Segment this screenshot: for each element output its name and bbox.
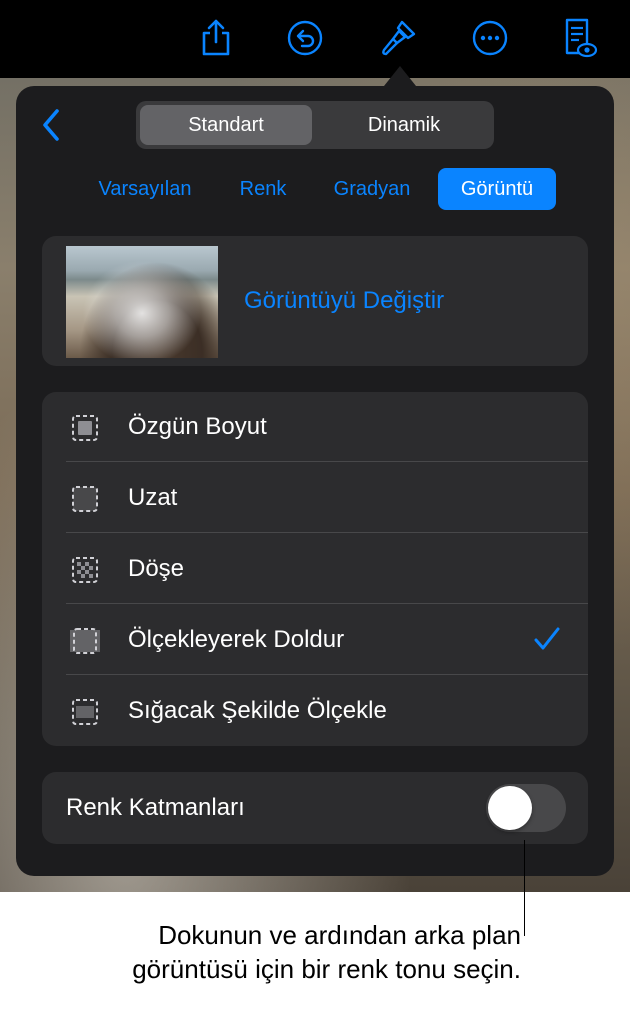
popover-arrow <box>384 66 416 86</box>
color-overlay-label: Renk Katmanları <box>66 794 245 821</box>
scale-to-fit-icon <box>72 699 98 725</box>
image-card: Görüntüyü Değiştir <box>42 236 588 366</box>
chevron-left-icon <box>43 109 59 141</box>
more-icon[interactable] <box>470 18 510 58</box>
divider <box>66 674 588 675</box>
option-label: Özgün Boyut <box>128 413 267 440</box>
toggle-knob <box>488 786 532 830</box>
image-thumbnail <box>66 246 218 358</box>
color-overlay-toggle[interactable] <box>486 784 566 832</box>
stretch-icon <box>72 486 98 512</box>
tile-icon <box>72 557 98 583</box>
tab-image[interactable]: Görüntü <box>438 168 556 210</box>
format-popover: Standart Dinamik Varsayılan Renk Gradyan… <box>16 86 614 876</box>
color-overlay-row: Renk Katmanları <box>42 772 588 844</box>
change-image-button[interactable]: Görüntüyü Değiştir <box>244 236 444 366</box>
scale-options-list: Özgün Boyut Uzat Döşe Ölçekleyerek Doldu… <box>42 392 588 746</box>
document-view-icon[interactable] <box>560 18 600 58</box>
toolbar <box>0 0 630 78</box>
original-size-icon <box>72 415 98 441</box>
option-label: Sığacak Şekilde Ölçekle <box>128 697 387 724</box>
option-scale-to-fill[interactable]: Ölçekleyerek Doldur <box>42 605 588 675</box>
scale-to-fill-icon <box>70 628 100 654</box>
segment-standard[interactable]: Standart <box>140 105 312 145</box>
tab-color[interactable]: Renk <box>226 168 300 210</box>
option-label: Uzat <box>128 484 178 511</box>
option-tile[interactable]: Döşe <box>42 534 588 604</box>
option-label: Ölçekleyerek Doldur <box>128 626 345 653</box>
option-original-size[interactable]: Özgün Boyut <box>42 392 588 462</box>
checkmark-icon <box>534 627 560 650</box>
option-stretch[interactable]: Uzat <box>42 463 588 533</box>
back-button[interactable] <box>38 108 64 142</box>
share-icon[interactable] <box>196 18 236 58</box>
style-segmented-control: Standart Dinamik <box>136 101 494 149</box>
callout-line <box>524 840 525 936</box>
undo-icon[interactable] <box>285 18 325 58</box>
format-brush-icon[interactable] <box>378 18 418 58</box>
callout-text: Dokunun ve ardından arka plan görüntüsü … <box>132 920 521 984</box>
tab-gradient[interactable]: Gradyan <box>320 168 424 210</box>
divider <box>66 461 588 462</box>
tab-default[interactable]: Varsayılan <box>80 168 210 210</box>
option-scale-to-fit[interactable]: Sığacak Şekilde Ölçekle <box>42 676 588 746</box>
divider <box>66 532 588 533</box>
divider <box>66 603 588 604</box>
segment-dynamic[interactable]: Dinamik <box>318 105 490 145</box>
option-label: Döşe <box>128 555 185 582</box>
fill-type-tabs: Varsayılan Renk Gradyan Görüntü <box>16 168 614 210</box>
